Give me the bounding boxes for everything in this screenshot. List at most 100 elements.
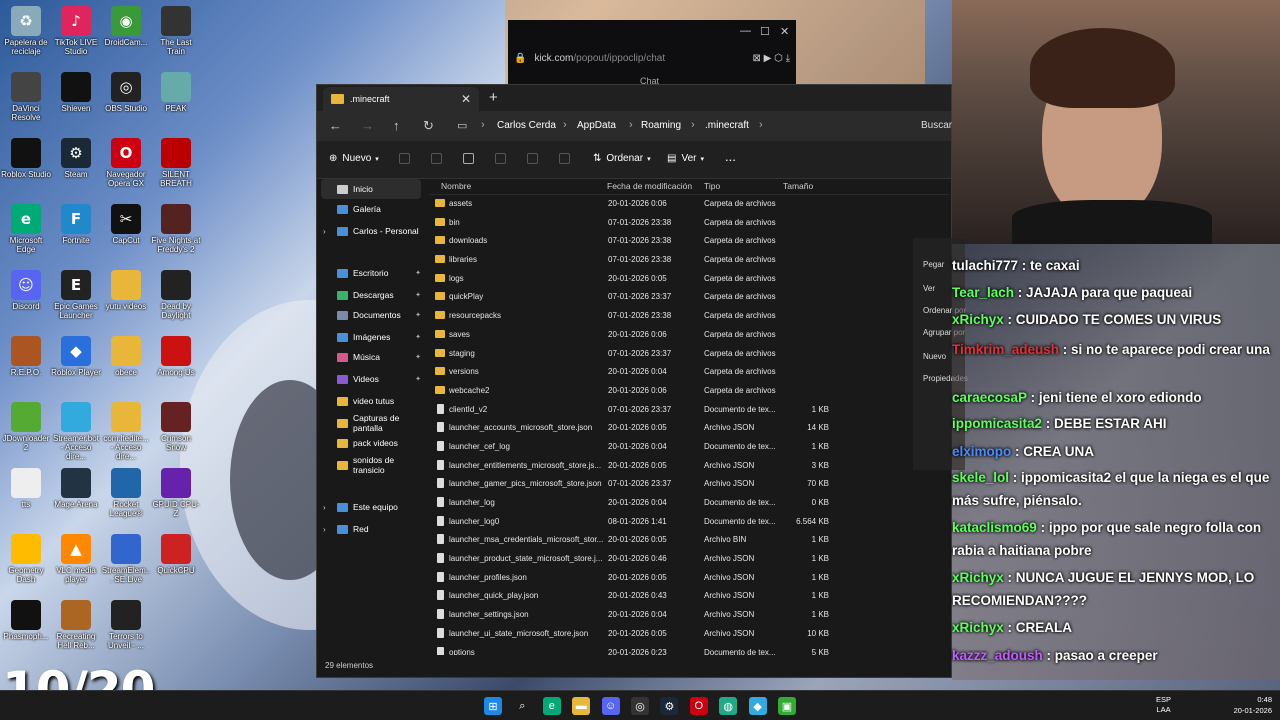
file-row[interactable]: launcher_log0 08-01-2026 1:41 Documento de… — [429, 513, 949, 532]
address-bar[interactable]: 🔒 kick.com/popout/ippoclip/chat ⊠ ▶ ⬡ ⤓ — [514, 48, 790, 68]
file-row[interactable]: launcher_product_state_microsoft_store.j… — [429, 550, 949, 569]
file-row[interactable]: resourcepacks 07-01-2026 23:38 Carpeta de … — [429, 307, 949, 326]
desktop-icon-roblox-studio[interactable]: Roblox Studio — [1, 138, 51, 179]
taskbar-streamerbot-icon[interactable]: ◆ — [748, 697, 767, 715]
desktop-icon-discord[interactable]: ☺ Discord — [1, 270, 51, 311]
desktop-icon-com-ltedite-acceso-dire-[interactable]: com.ltedite... - Acceso dire... — [101, 402, 151, 461]
column-date[interactable]: Fecha de modificación — [607, 181, 692, 191]
breadcrumb-appdata[interactable]: AppData — [577, 120, 616, 131]
sidebar-item-inicio[interactable]: Inicio — [321, 179, 421, 199]
breadcrumb-roaming[interactable]: Roaming — [641, 120, 681, 131]
chat-username[interactable]: caraecosaP — [952, 390, 1027, 405]
sidebar-item-descargas[interactable]: Descargas ✦ — [321, 285, 421, 305]
desktop-icon-five-nights-at-freddy-s-2[interactable]: Five Nights at Freddy's 2 — [151, 204, 201, 254]
column-size[interactable]: Tamaño — [783, 181, 813, 191]
breadcrumb-minecraft[interactable]: .minecraft — [705, 120, 749, 131]
desktop-icon-shieven[interactable]: Shieven — [51, 72, 101, 113]
extension-icons[interactable]: ⊠ ▶ ⬡ ⤓ — [752, 53, 790, 64]
forward-icon[interactable]: → — [361, 118, 374, 133]
desktop-icon-the-last-train[interactable]: The Last Train — [151, 6, 201, 56]
sidebar-item-escritorio[interactable]: Escritorio ✦ — [321, 263, 421, 283]
desktop-icon-phasmoph-[interactable]: Phasmoph... — [1, 600, 51, 641]
desktop-icon-streamelem-se-live[interactable]: StreamElem... SE.Live — [101, 534, 151, 584]
close-icon[interactable]: ✕ — [780, 25, 789, 38]
chat-username[interactable]: xRichyx — [952, 620, 1004, 635]
sidebar-item-red[interactable]: › Red — [321, 519, 421, 539]
desktop-icon-epic-games-launcher[interactable]: E Epic Games Launcher — [51, 270, 101, 320]
language-indicator[interactable]: ESP LAA — [1156, 695, 1171, 715]
desktop-icon-peak[interactable]: PEAK — [151, 72, 201, 113]
file-row[interactable]: saves 20-01-2026 0:06 Carpeta de archivos — [429, 326, 949, 345]
file-row[interactable]: clientId_v2 07-01-2026 23:37 Documento de … — [429, 401, 949, 420]
file-row[interactable]: staging 07-01-2026 23:37 Carpeta de archiv… — [429, 345, 949, 364]
desktop-icon-capcut[interactable]: ✂ CapCut — [101, 204, 151, 245]
desktop-icon-mage-arena[interactable]: Mage Arena — [51, 468, 101, 509]
chat-username[interactable]: tulachi777 — [952, 258, 1018, 273]
paste-icon[interactable] — [463, 153, 474, 164]
desktop-icon-silent-breath[interactable]: SILENT BREATH — [151, 138, 201, 188]
taskbar-search-icon[interactable]: ⌕ — [513, 697, 531, 715]
new-tab-icon[interactable]: + — [489, 89, 498, 106]
share-icon[interactable] — [527, 153, 538, 164]
desktop-icon-among-us[interactable]: Among Us — [151, 336, 201, 377]
desktop-icon-yutu-videos[interactable]: yutu videos — [101, 270, 151, 311]
taskbar-edge-icon[interactable]: e — [542, 697, 561, 715]
file-row[interactable]: quickPlay 07-01-2026 23:37 Carpeta de arch… — [429, 288, 949, 307]
sidebar-item-este-equipo[interactable]: › Este equipo — [321, 497, 421, 517]
taskbar-explorer-icon[interactable]: ▬ — [572, 697, 591, 715]
desktop-icon-steam[interactable]: ⚙ Steam — [51, 138, 101, 179]
sidebar-item-sonidos-de-transicio[interactable]: sonidos de transicio — [321, 455, 421, 475]
file-row[interactable]: launcher_ui_state_microsoft_store.json 20… — [429, 625, 949, 644]
chat-username[interactable]: Tear_lach — [952, 285, 1014, 300]
tab-minecraft[interactable]: .minecraft ✕ — [323, 87, 479, 111]
file-row[interactable]: launcher_msa_credentials_microsoft_stor.… — [429, 531, 949, 550]
desktop-icon-roblox-player[interactable]: ◆ Roblox Player — [51, 336, 101, 377]
desktop-icon-tiktok-live-studio[interactable]: ♪ TikTok LIVE Studio — [51, 6, 101, 56]
rename-icon[interactable] — [495, 153, 506, 164]
context-menu-item[interactable]: Ver — [923, 284, 935, 293]
sidebar-item-pack-videos[interactable]: pack videos — [321, 433, 421, 453]
cut-icon[interactable] — [399, 153, 410, 164]
desktop-icon-gpuid-cpu-z[interactable]: GPUID CPU-Z — [151, 468, 201, 518]
desktop-icon-r-e-p-o-[interactable]: R.E.P.O. — [1, 336, 51, 377]
sidebar-item-video-tutus[interactable]: video tutus — [321, 391, 421, 411]
clock[interactable]: 0:48 20-01-2026 — [1234, 694, 1272, 716]
chat-username[interactable]: kataclismo69 — [952, 520, 1037, 535]
sidebar-item-documentos[interactable]: Documentos ✦ — [321, 305, 421, 325]
sort-button[interactable]: ⇅ Ordenar ▾ — [593, 153, 651, 164]
taskbar-steam-icon[interactable]: ⚙ — [660, 697, 679, 715]
chevron-right-icon[interactable]: › — [323, 503, 326, 512]
minimize-icon[interactable]: — — [740, 25, 751, 37]
sidebar-item-videos[interactable]: Videos ✦ — [321, 369, 421, 389]
file-row[interactable]: launcher_quick_play.json 20-01-2026 0:43 A… — [429, 587, 949, 606]
sidebar-item-m-sica[interactable]: Música ✦ — [321, 347, 421, 367]
desktop-icon-crimson-snow[interactable]: Crimson Snow — [151, 402, 201, 452]
file-row[interactable]: assets 20-01-2026 0:06 Carpeta de archivos — [429, 195, 949, 214]
chat-username[interactable]: skele_lol — [952, 470, 1009, 485]
tab-close-icon[interactable]: ✕ — [461, 92, 471, 106]
file-row[interactable]: downloads 07-01-2026 23:38 Carpeta de arch… — [429, 232, 949, 251]
context-menu-item[interactable]: Nuevo — [923, 352, 946, 361]
desktop-icon-dead-by-daylight[interactable]: Dead by Daylight — [151, 270, 201, 320]
taskbar-opera-icon[interactable]: O — [689, 697, 708, 715]
desktop-icon-davinci-resolve[interactable]: DaVinci Resolve — [1, 72, 51, 122]
desktop-icon-geometry-dash[interactable]: Geometry Dash — [1, 534, 51, 584]
file-row[interactable]: launcher_entitlements_microsoft_store.js… — [429, 457, 949, 476]
sidebar-item-im-genes[interactable]: Imágenes ✦ — [321, 327, 421, 347]
copy-icon[interactable] — [431, 153, 442, 164]
desktop-icon-obs-studio[interactable]: ◎ OBS Studio — [101, 72, 151, 113]
chat-username[interactable]: elximopo — [952, 444, 1011, 459]
desktop-icon-microsoft-edge[interactable]: e Microsoft Edge — [1, 204, 51, 254]
taskbar-minecraft-icon[interactable]: ▣ — [778, 697, 796, 715]
file-row[interactable]: launcher_settings.json 20-01-2026 0:04 Arc… — [429, 606, 949, 625]
taskbar-start-icon[interactable]: ⊞ — [484, 697, 502, 715]
desktop-icon-recreating-hell-reb-[interactable]: Recreating Hell Reb... — [51, 600, 101, 650]
desktop-icon-terrors-to-unveil-[interactable]: Terrors to Unveil - ... — [101, 600, 151, 650]
refresh-icon[interactable]: ↻ — [423, 118, 434, 134]
desktop-icon-droidcam-[interactable]: ◉ DroidCam... — [101, 6, 151, 47]
desktop-icon-rocket-league-[interactable]: Rocket League® — [101, 468, 151, 518]
delete-icon[interactable] — [559, 153, 570, 164]
file-row[interactable]: libraries 07-01-2026 23:38 Carpeta de arch… — [429, 251, 949, 270]
desktop-icon-jdownloader-2[interactable]: JDownloader 2 — [1, 402, 51, 452]
desktop-icon-quickcpu[interactable]: QuickCPU — [151, 534, 201, 575]
